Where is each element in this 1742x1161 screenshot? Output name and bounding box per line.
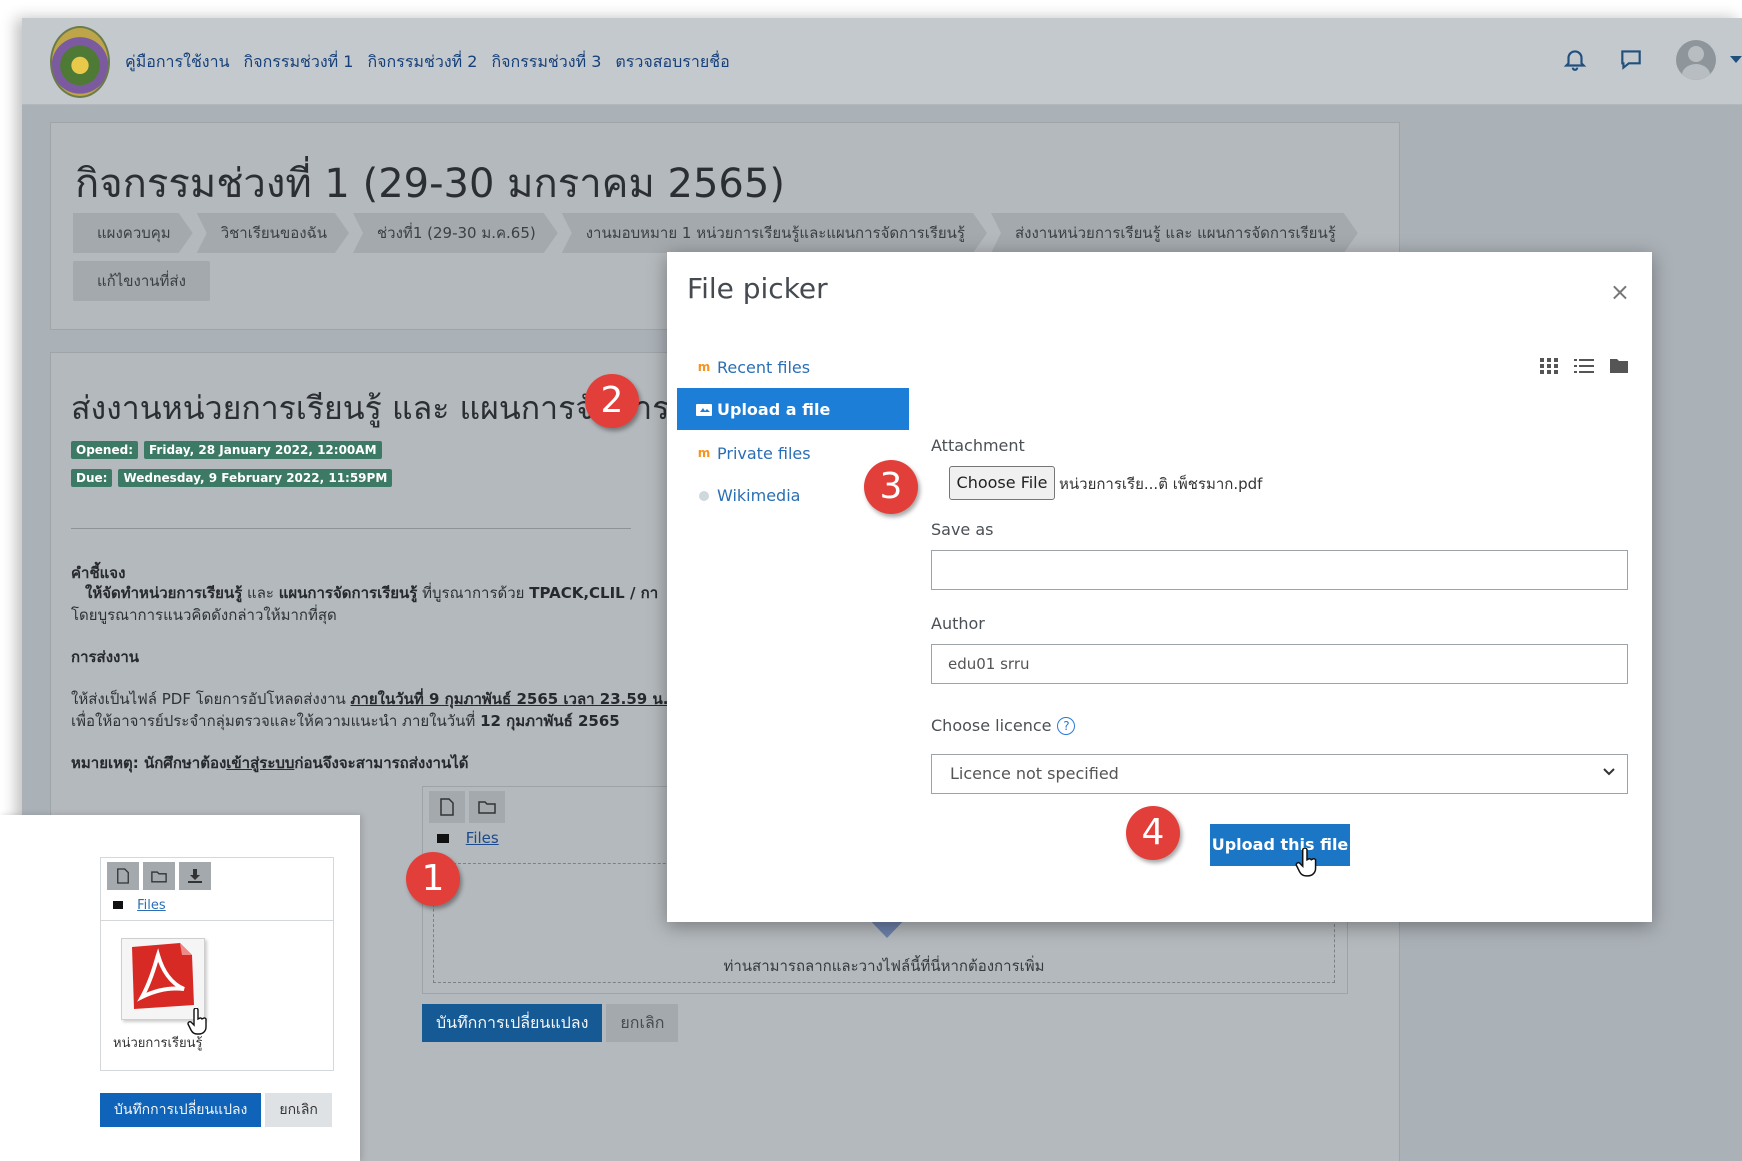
top-navbar: คู่มือการใช้งาน กิจกรรมช่วงที่ 1 กิจกรรม… <box>22 18 1742 105</box>
wikimedia-icon <box>695 487 713 503</box>
login-link[interactable]: เข้าสู่ระบบ <box>226 754 294 772</box>
inset-toolbar <box>107 862 211 890</box>
form-buttons: บันทึกการเปลี่ยนแปลง ยกเลิก <box>422 1004 679 1042</box>
repo-recent-files[interactable]: m Recent files <box>677 346 909 388</box>
login-note: หมายเหตุ: นักศึกษาต้องเข้าสู่ระบบก่อนจึง… <box>71 754 469 772</box>
due-value: Wednesday, 9 February 2022, 11:59PM <box>118 469 393 487</box>
step-badge-3: 3 <box>864 460 918 514</box>
save-changes-button[interactable]: บันทึกการเปลี่ยนแปลง <box>422 1004 603 1042</box>
folder-icon <box>151 870 167 882</box>
create-folder-button[interactable] <box>469 791 505 823</box>
inset-files-root-link[interactable]: Files <box>137 898 166 913</box>
step-badge-2: 2 <box>585 374 639 428</box>
chat-icon[interactable] <box>1618 46 1644 72</box>
file-icon <box>440 798 454 816</box>
result-inset: Files หน่วยการเรียนรู้ บันทึกการเปลี่ยนแ… <box>0 815 360 1161</box>
view-switcher <box>1540 358 1628 374</box>
submission-line-1: ให้ส่งเป็นไฟล์ PDF โดยการอัปโหลดส่งงาน ภ… <box>71 690 669 708</box>
pdf-icon <box>132 943 194 1009</box>
inset-cancel-button[interactable]: ยกเลิก <box>265 1093 332 1127</box>
file-picker-title: File picker <box>687 272 828 305</box>
site-logo[interactable] <box>50 26 110 98</box>
upload-this-file-button[interactable]: Upload this file <box>1210 824 1350 866</box>
hand-cursor-icon <box>187 1008 207 1035</box>
due-date: Due: Wednesday, 9 February 2022, 11:59PM <box>71 469 393 487</box>
folder-icon <box>478 801 496 814</box>
save-as-input[interactable] <box>931 550 1628 590</box>
moodle-icon: m <box>697 360 711 374</box>
moodle-icon: m <box>697 446 711 460</box>
licence-select[interactable]: Licence not specified <box>931 754 1628 794</box>
file-manager-toolbar <box>429 791 505 823</box>
nav-links: คู่มือการใช้งาน กิจกรรมช่วงที่ 1 กิจกรรม… <box>125 50 730 75</box>
user-avatar[interactable] <box>1676 40 1716 80</box>
breadcrumb-item-submit-assignment[interactable]: ส่งงานหน่วยการเรียนรู้ และ แผนการจัดการเ… <box>991 213 1358 253</box>
folder-view-icon[interactable] <box>1610 358 1628 373</box>
breadcrumb-item-my-courses[interactable]: วิชาเรียนของฉัน <box>197 213 349 253</box>
step-badge-4: 4 <box>1126 806 1180 860</box>
drop-zone-text: ท่านสามารถลากและวางไฟล์นี้ที่นี่หากต้องก… <box>723 957 1045 975</box>
breadcrumb-item-dashboard[interactable]: แผงควบคุม <box>73 213 193 253</box>
page-title: กิจกรรมช่วงที่ 1 (29-30 มกราคม 2565) <box>75 161 785 207</box>
inset-divider <box>101 920 333 921</box>
divider <box>71 528 631 529</box>
chevron-down-icon <box>1603 768 1615 776</box>
instructions-line-2: โดยบูรณาการแนวคิดดังกล่าวให้มากที่สุด <box>71 606 337 624</box>
breadcrumb-item-assignment-1[interactable]: งานมอบหมาย 1 หน่วยการเรียนรู้และแผนการจั… <box>562 213 987 253</box>
save-as-label: Save as <box>931 520 994 539</box>
chosen-file-name: หน่วยการเรีย...ติ เพ็ชรมาก.pdf <box>1059 475 1263 493</box>
inset-file-manager: Files หน่วยการเรียนรู้ <box>100 857 334 1071</box>
submission-heading: การส่งงาน <box>71 648 140 666</box>
instructions-line-1: ให้จัดทำหน่วยการเรียนรู้ และ แผนการจัดกา… <box>85 584 659 602</box>
breadcrumb-item-edit-submission: แก้ไขงานที่ส่ง <box>73 261 210 301</box>
hand-cursor-icon <box>1295 848 1317 877</box>
download-icon <box>188 869 202 883</box>
step-badge-1: 1 <box>406 852 460 906</box>
list-view-icon[interactable] <box>1574 358 1594 374</box>
file-icon <box>117 868 129 884</box>
choose-file-button[interactable]: Choose File <box>949 466 1055 500</box>
opened-date: Opened: Friday, 28 January 2022, 12:00AM <box>71 441 382 459</box>
nav-link-activity-3[interactable]: กิจกรรมช่วงที่ 3 <box>491 50 601 75</box>
files-breadcrumb: Files <box>437 829 499 847</box>
help-icon[interactable]: ? <box>1057 717 1076 735</box>
inset-create-folder-button[interactable] <box>143 862 175 890</box>
files-root-link[interactable]: Files <box>466 829 499 847</box>
nav-link-manual[interactable]: คู่มือการใช้งาน <box>125 50 230 75</box>
nav-link-check-names[interactable]: ตรวจสอบรายชื่อ <box>615 50 729 75</box>
attachment-label: Attachment <box>931 436 1025 455</box>
folder-solid-icon <box>437 834 449 843</box>
user-menu-caret-icon[interactable] <box>1730 56 1742 63</box>
author-input[interactable]: edu01 srru <box>931 644 1628 684</box>
bell-icon[interactable] <box>1562 46 1588 72</box>
close-icon[interactable]: × <box>1610 280 1630 304</box>
submission-line-2: เพื่อให้อาจารย์ประจำกลุ่มตรวจและให้ความแ… <box>71 712 620 730</box>
due-label: Due: <box>71 469 113 487</box>
grid-view-icon[interactable] <box>1540 358 1558 374</box>
cancel-button[interactable]: ยกเลิก <box>606 1004 679 1042</box>
author-label: Author <box>931 614 985 633</box>
inset-form-buttons: บันทึกการเปลี่ยนแปลง ยกเลิก <box>100 1093 332 1127</box>
inset-download-button[interactable] <box>179 862 211 890</box>
nav-link-activity-1[interactable]: กิจกรรมช่วงที่ 1 <box>244 50 354 75</box>
licence-label: Choose licence? <box>931 716 1076 735</box>
inset-add-file-button[interactable] <box>107 862 139 890</box>
nav-link-activity-2[interactable]: กิจกรรมช่วงที่ 2 <box>367 50 477 75</box>
add-file-button[interactable] <box>429 791 465 823</box>
folder-solid-icon <box>113 901 123 909</box>
opened-label: Opened: <box>71 441 138 459</box>
inset-save-button[interactable]: บันทึกการเปลี่ยนแปลง <box>100 1093 262 1127</box>
top-icons <box>1542 40 1742 84</box>
inset-files-breadcrumb: Files <box>113 898 166 913</box>
breadcrumb-item-period-1[interactable]: ช่วงที่1 (29-30 ม.ค.65) <box>353 213 558 253</box>
opened-value: Friday, 28 January 2022, 12:00AM <box>144 441 382 459</box>
repo-upload-a-file[interactable]: Upload a file <box>677 388 909 430</box>
assignment-title: ส่งงานหน่วยการเรียนรู้ และ แผนการจัดการเ… <box>71 389 756 427</box>
upload-icon <box>695 401 713 417</box>
